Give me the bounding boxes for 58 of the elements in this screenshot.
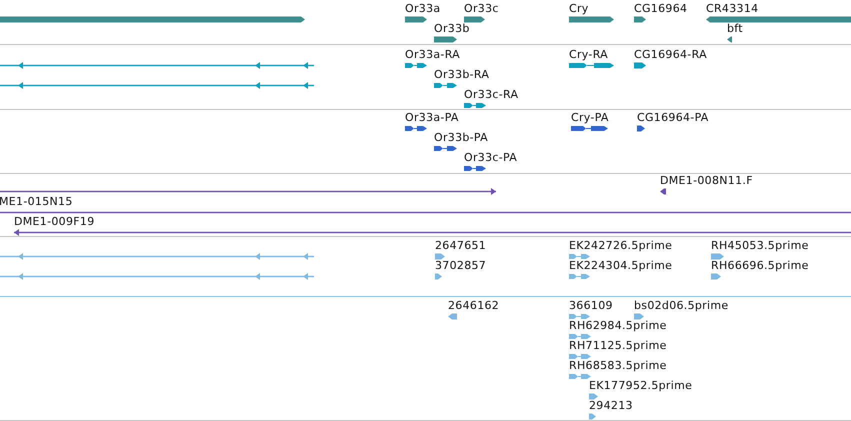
feature-glyph[interactable] xyxy=(464,165,486,172)
feature-glyph[interactable] xyxy=(434,36,457,43)
feature-label: RH71125.5prime xyxy=(569,339,667,353)
feature-line[interactable] xyxy=(0,188,496,195)
feature-label: bft xyxy=(727,22,743,36)
feature-label: Or33c-RA xyxy=(464,88,518,102)
feature-label: 2647651 xyxy=(435,239,486,253)
feature-label: EK177952.5prime xyxy=(589,379,692,393)
feature-label: RH66696.5prime xyxy=(711,259,809,273)
feature-label: bs02d06.5prime xyxy=(634,299,728,313)
feature-label: 366109 xyxy=(569,299,613,313)
feature-label: EK242726.5prime xyxy=(569,239,672,253)
feature-label: Or33c-PA xyxy=(464,151,518,165)
feature-label: CR43314 xyxy=(706,2,758,16)
feature-label: RH62984.5prime xyxy=(569,319,667,333)
feature-label: CG16964-PA xyxy=(637,111,709,125)
feature-glyph[interactable] xyxy=(634,62,646,69)
feature-glyph[interactable] xyxy=(569,62,614,69)
feature-glyph[interactable] xyxy=(634,16,646,23)
feature-glyph[interactable] xyxy=(405,125,427,132)
feature-label: Cry-PA xyxy=(571,111,609,125)
feature-label: Or33a xyxy=(405,2,440,16)
feature-label: DME1-009F19 xyxy=(14,215,94,229)
feature-label: Or33b xyxy=(434,22,470,36)
feature-line[interactable] xyxy=(14,229,851,236)
feature-glyph[interactable] xyxy=(727,36,732,43)
feature-label: RH45053.5prime xyxy=(711,239,809,253)
feature-label: Cry-RA xyxy=(569,48,608,62)
feature-line[interactable] xyxy=(0,209,851,216)
feature-label: Or33a-RA xyxy=(405,48,460,62)
feature-label: CG16964 xyxy=(634,2,688,16)
feature-line[interactable] xyxy=(0,62,314,69)
feature-glyph[interactable] xyxy=(0,16,305,23)
feature-glyph[interactable] xyxy=(571,125,608,132)
feature-glyph[interactable] xyxy=(434,82,457,89)
feature-label: ME1-015N15 xyxy=(0,195,73,209)
feature-label: Cry xyxy=(569,2,589,16)
feature-line[interactable] xyxy=(0,82,314,89)
feature-glyph[interactable] xyxy=(706,16,851,23)
feature-glyph[interactable] xyxy=(434,145,457,152)
feature-glyph[interactable] xyxy=(405,16,427,23)
feature-label: EK224304.5prime xyxy=(569,259,672,273)
feature-label: Or33b-PA xyxy=(434,131,488,145)
feature-label: CG16964-RA xyxy=(634,48,707,62)
feature-label: 3702857 xyxy=(435,259,486,273)
feature-label: RH68583.5prime xyxy=(569,359,667,373)
feature-glyph[interactable] xyxy=(637,125,645,132)
feature-label: Or33c xyxy=(464,2,499,16)
feature-label: 2646162 xyxy=(448,299,500,313)
feature-label: DME1-008N11.F xyxy=(660,174,753,188)
feature-label: Or33b-RA xyxy=(434,68,490,82)
feature-glyph[interactable] xyxy=(405,62,427,69)
feature-glyph[interactable] xyxy=(464,102,486,109)
feature-glyph[interactable] xyxy=(660,188,666,195)
feature-glyph[interactable] xyxy=(464,16,485,23)
feature-glyph[interactable] xyxy=(569,16,614,23)
feature-label: 294213 xyxy=(589,399,633,413)
feature-label: Or33a-PA xyxy=(405,111,459,125)
